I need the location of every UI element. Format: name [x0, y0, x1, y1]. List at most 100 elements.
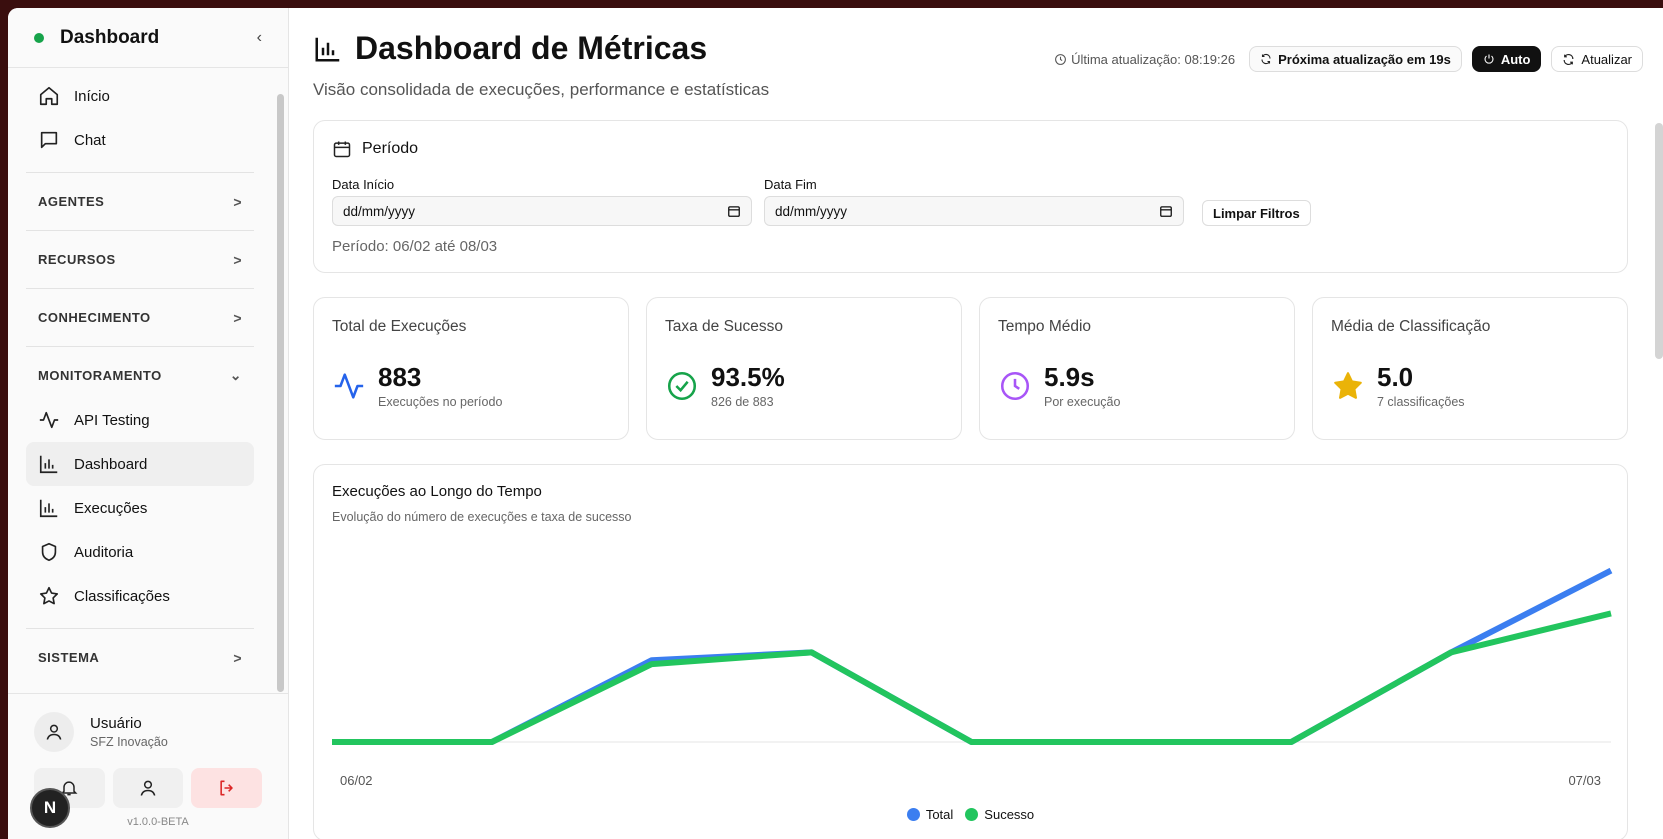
sidebar-item-chat[interactable]: Chat	[26, 118, 254, 162]
period-card: Período Data Início dd/mm/yyyy Data Fim …	[313, 120, 1628, 273]
bar-chart-icon	[315, 37, 340, 61]
status-dot	[34, 32, 44, 43]
x-tick-label: 06/02	[340, 773, 373, 788]
section-label: SISTEMA	[38, 650, 100, 665]
line-chart	[332, 567, 1613, 745]
end-date-field: Data Fim dd/mm/yyyy	[764, 177, 1184, 226]
stat-label: Taxa de Sucesso	[665, 318, 784, 335]
stat-caption: 7 classificações	[1377, 395, 1465, 409]
user-org: SFZ Inovação	[90, 735, 168, 749]
shield-icon	[41, 542, 57, 562]
avatar[interactable]	[34, 712, 74, 752]
last-update: Última atualização: 08:19:26	[1054, 52, 1235, 67]
stat-caption: 826 de 883	[711, 395, 774, 409]
section-sistema[interactable]: SISTEMA >	[26, 628, 254, 686]
legend-swatch	[965, 808, 979, 821]
sidebar-header: Dashboard ‹	[8, 8, 288, 68]
version-label: v1.0.0-BETA	[127, 816, 189, 828]
clock-icon	[1000, 371, 1030, 400]
stat-caption: Execuções no período	[378, 395, 503, 409]
bar-chart-icon	[39, 499, 58, 518]
sidebar-item-label: Classificações	[74, 587, 170, 605]
refresh-label: Atualizar	[1581, 51, 1632, 67]
chevron-right-icon: >	[233, 649, 242, 666]
stat-label: Total de Execuções	[332, 318, 467, 335]
star-icon	[39, 586, 59, 605]
toolbar: Última atualização: 08:19:26 Próxima atu…	[1054, 46, 1643, 72]
chart-legend: Total Sucesso	[314, 807, 1627, 822]
sidebar-item-execucoes[interactable]: Execuções	[26, 486, 254, 530]
chevron-right-icon: >	[233, 309, 242, 326]
stat-label: Média de Classificação	[1331, 318, 1491, 335]
section-label: MONITORAMENTO	[38, 368, 162, 383]
period-range-text: Período: 06/02 até 08/03	[332, 238, 498, 255]
page-title: Dashboard de Métricas	[313, 30, 707, 67]
last-update-text: Última atualização: 08:19:26	[1071, 51, 1236, 67]
start-date-placeholder: dd/mm/yyyy	[343, 203, 416, 219]
check-circle-icon	[667, 371, 697, 400]
stat-card-success-rate: Taxa de Sucesso 93.5% 826 de 883	[646, 297, 962, 440]
activity-icon	[334, 372, 364, 399]
section-recursos[interactable]: RECURSOS >	[26, 230, 254, 288]
sidebar-item-auditoria[interactable]: Auditoria	[26, 530, 254, 574]
sidebar-item-inicio[interactable]: Início	[26, 74, 254, 118]
page-subtitle: Visão consolidada de execuções, performa…	[313, 80, 770, 99]
next-logo-badge[interactable]: N	[30, 788, 70, 828]
app-window: Dashboard ‹ Início Chat AGENTES > RECURSO…	[8, 8, 1663, 839]
chart-subtitle: Evolução do número de execuções e taxa d…	[332, 510, 632, 524]
home-icon	[39, 86, 59, 106]
end-date-input[interactable]: dd/mm/yyyy	[764, 196, 1184, 226]
auto-label: Auto	[1500, 51, 1531, 67]
profile-button[interactable]	[112, 768, 184, 808]
sidebar-item-label: Auditoria	[74, 543, 134, 561]
bar-chart-icon	[39, 455, 58, 474]
sidebar-title: Dashboard	[60, 26, 160, 48]
end-date-placeholder: dd/mm/yyyy	[775, 203, 848, 219]
main-scrollbar[interactable]	[1655, 123, 1663, 359]
start-date-input[interactable]: dd/mm/yyyy	[332, 196, 752, 226]
period-title: Período	[362, 140, 419, 157]
main-content: Dashboard de Métricas Visão consolidada …	[289, 8, 1663, 839]
start-date-field: Data Início dd/mm/yyyy	[332, 177, 752, 226]
legend-label: Total	[925, 807, 954, 822]
x-tick-label: 07/03	[1568, 773, 1601, 788]
auto-toggle-button[interactable]: Auto	[1471, 46, 1542, 72]
chevron-right-icon: >	[233, 193, 242, 210]
calendar-icon[interactable]	[727, 204, 741, 218]
legend-item-total[interactable]: Total	[906, 807, 954, 822]
sidebar-item-classificacoes[interactable]: Classificações	[26, 574, 254, 618]
series-line-total[interactable]	[332, 567, 1613, 745]
sidebar-item-api-testing[interactable]: API Testing	[26, 398, 254, 442]
section-label: AGENTES	[38, 194, 105, 209]
clear-filters-button[interactable]: Limpar Filtros	[1202, 200, 1311, 226]
logout-icon	[220, 780, 233, 796]
stat-card-avg-time: Tempo Médio 5.9s Por execução	[979, 297, 1295, 440]
section-monitoramento[interactable]: MONITORAMENTO ⌄	[26, 346, 254, 404]
period-header: Período	[332, 139, 1609, 159]
sidebar-scrollbar[interactable]	[277, 94, 284, 692]
chevron-down-icon: ⌄	[229, 367, 242, 383]
page-title-text: Dashboard de Métricas	[355, 30, 708, 66]
calendar-icon[interactable]	[1159, 204, 1173, 218]
collapse-sidebar-icon[interactable]: ‹	[257, 29, 262, 47]
next-update-badge: Próxima atualização em 19s	[1249, 46, 1462, 72]
start-date-label: Data Início	[332, 177, 395, 192]
section-label: CONHECIMENTO	[38, 310, 151, 325]
sidebar-item-label: Execuções	[74, 499, 148, 517]
refresh-icon	[1261, 53, 1271, 65]
section-conhecimento[interactable]: CONHECIMENTO >	[26, 288, 254, 346]
user-icon	[140, 780, 156, 796]
legend-label: Sucesso	[984, 807, 1035, 822]
refresh-button[interactable]: Atualizar	[1551, 46, 1643, 72]
logout-button[interactable]	[191, 768, 263, 808]
clock-icon	[1055, 53, 1066, 65]
stat-value: 93.5%	[711, 362, 785, 392]
legend-item-sucesso[interactable]: Sucesso	[965, 807, 1034, 822]
user-icon	[46, 724, 62, 740]
power-icon	[1484, 54, 1494, 64]
sidebar-item-dashboard[interactable]: Dashboard	[26, 442, 254, 486]
stat-value: 5.0	[1377, 362, 1414, 392]
section-agentes[interactable]: AGENTES >	[26, 172, 254, 230]
section-label: RECURSOS	[38, 252, 116, 267]
sidebar-item-label: Início	[74, 87, 110, 105]
